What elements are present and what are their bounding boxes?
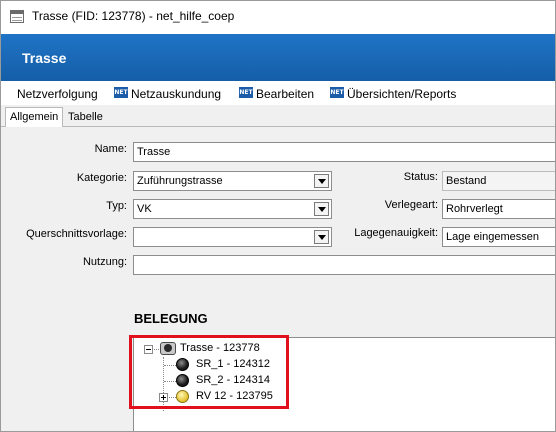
chevron-down-icon[interactable]: [314, 230, 329, 244]
window-title: Trasse (FID: 123778) - net_hilfe_coep: [32, 9, 235, 23]
menu-bar: Netzverfolgung NET Netzauskundung NET Be…: [1, 81, 555, 105]
menu-netzauskundung[interactable]: Netzauskundung: [131, 87, 221, 101]
chevron-down-icon[interactable]: [314, 174, 329, 188]
name-field[interactable]: Trasse: [133, 142, 555, 162]
kategorie-value: Zuführungstrasse: [137, 175, 223, 187]
kategorie-label: Kategorie:: [76, 172, 127, 184]
nutzung-label: Nutzung:: [82, 256, 127, 268]
menu-netzverfolgung[interactable]: Netzverfolgung: [17, 87, 98, 101]
status-label: Status:: [403, 171, 438, 183]
lagegenauigkeit-label: Lagegenauigkeit:: [354, 227, 438, 239]
window-table-icon: [10, 10, 24, 23]
typ-label: Typ:: [106, 200, 127, 212]
belegung-heading: BELEGUNG: [134, 311, 208, 326]
typ-value: VK: [137, 203, 152, 215]
title-bar: Trasse (FID: 123778) - net_hilfe_coep: [1, 1, 555, 34]
net-icon: NET: [330, 87, 344, 98]
typ-select[interactable]: VK: [133, 199, 332, 219]
banner-title: Trasse: [22, 50, 67, 66]
lagegenauigkeit-field[interactable]: Lage eingemessen: [442, 227, 555, 247]
chevron-down-icon[interactable]: [314, 202, 329, 216]
querschnitt-label: Querschnittsvorlage:: [26, 228, 127, 240]
net-icon: NET: [114, 87, 128, 98]
menu-bearbeiten[interactable]: Bearbeiten: [256, 87, 314, 101]
tab-tabelle[interactable]: Tabelle: [64, 108, 107, 127]
verlegeart-label: Verlegeart:: [384, 199, 438, 211]
verlegeart-field[interactable]: Rohrverlegt: [442, 199, 555, 219]
name-label: Name:: [94, 143, 127, 155]
status-field: Bestand: [442, 171, 555, 191]
app-window: Trasse (FID: 123778) - net_hilfe_coep Tr…: [0, 0, 556, 432]
net-icon: NET: [239, 87, 253, 98]
header-banner: Trasse: [1, 34, 555, 81]
kategorie-select[interactable]: Zuführungstrasse: [133, 171, 332, 191]
menu-uebersichten-reports[interactable]: Übersichten/Reports: [347, 87, 456, 101]
tab-allgemein[interactable]: Allgemein: [5, 107, 64, 128]
nutzung-field[interactable]: [133, 255, 555, 275]
tab-strip: Allgemein Tabelle: [1, 105, 555, 128]
querschnitt-select[interactable]: [133, 227, 332, 247]
highlight-box: [129, 335, 289, 409]
